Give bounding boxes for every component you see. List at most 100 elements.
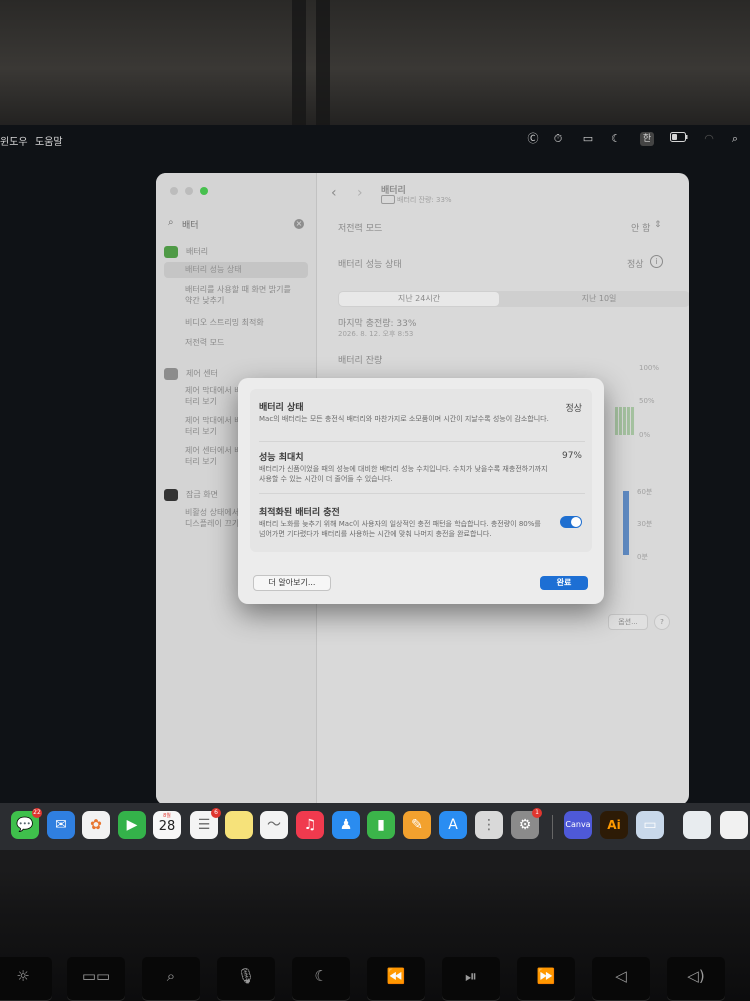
mail-app-icon[interactable]: ✉ bbox=[47, 811, 75, 839]
low-power-select[interactable]: 안 함 bbox=[631, 221, 650, 234]
numbers-app-glyph: ▮ bbox=[377, 817, 385, 833]
options-button[interactable]: 옵션... bbox=[608, 614, 648, 630]
usage-bar bbox=[623, 491, 629, 555]
canva-app-glyph: Canva bbox=[565, 820, 591, 829]
forward-arrow-icon[interactable]: › bbox=[357, 185, 363, 201]
rewind-key-icon[interactable]: ⏪ bbox=[367, 957, 425, 1001]
minimize-button[interactable] bbox=[185, 187, 193, 195]
messages-app-icon[interactable]: 💬 22 bbox=[11, 808, 42, 839]
illustrator-app-glyph: Ai bbox=[607, 818, 621, 832]
launchpad-app-icon[interactable]: ⋮ bbox=[475, 811, 503, 839]
preview-app-icon[interactable]: ▭ bbox=[636, 811, 664, 839]
usage-tick-0: 0분 bbox=[637, 553, 648, 561]
level-tick-0: 0% bbox=[639, 431, 651, 439]
screenshot-stack-icon[interactable] bbox=[720, 811, 748, 839]
level-tick-50: 50% bbox=[639, 397, 655, 405]
low-power-label: 저전력 모드 bbox=[338, 224, 383, 234]
level-bar bbox=[627, 407, 630, 435]
usage-tick-60: 60분 bbox=[637, 488, 653, 496]
notes-app-glyph bbox=[225, 811, 253, 839]
canva-app-icon[interactable]: Canva bbox=[564, 811, 592, 839]
mission-control-key-icon[interactable]: ▭▭ bbox=[67, 957, 125, 1001]
music-app-glyph: ♫ bbox=[303, 817, 317, 833]
pages-app-icon[interactable]: ✎ bbox=[403, 811, 431, 839]
notification-badge: 1 bbox=[532, 808, 542, 818]
close-button[interactable] bbox=[170, 187, 178, 195]
info-icon[interactable]: i bbox=[650, 255, 663, 268]
battery-icon[interactable] bbox=[670, 132, 688, 146]
keynote-app-icon[interactable]: ♟ bbox=[332, 811, 360, 839]
last-charged-label: 마지막 충전량: 33% bbox=[338, 319, 417, 329]
lock-screen-icon bbox=[164, 489, 178, 501]
sidebar-item-dim-display[interactable]: 배터리를 사용할 때 화면 밝기를 약간 낮추기 bbox=[185, 284, 295, 306]
c-circle-icon[interactable]: Ⓒ bbox=[526, 132, 540, 146]
downloads-stack-glyph bbox=[683, 811, 711, 839]
stopwatch-icon[interactable]: ⏱ bbox=[551, 132, 565, 146]
keyboard-layout-icon[interactable]: 한 bbox=[640, 132, 654, 146]
mute-key-icon[interactable]: ◁ bbox=[592, 957, 650, 1001]
battery-health-label: 배터리 성능 상태 bbox=[338, 260, 402, 270]
do-not-disturb-key-icon[interactable]: ☾ bbox=[292, 957, 350, 1001]
menu-bar: 윈도우 도움말 Ⓒ ⏱ ▭ ☾ 한 ◠ ⌕ bbox=[0, 125, 750, 155]
dictation-key-icon[interactable]: 🎙 bbox=[217, 957, 275, 1001]
notification-badge: 22 bbox=[32, 808, 42, 818]
photo-door-seam bbox=[292, 0, 306, 125]
photo-background-wall bbox=[0, 0, 750, 125]
optimized-charging-description: 배터리 노화를 늦추기 위해 Mac이 사용자의 일상적인 충전 패턴을 학습합… bbox=[259, 520, 541, 538]
facetime-app-icon[interactable]: ▶ bbox=[118, 811, 146, 839]
tab-last-24-hours[interactable]: 지난 24시간 bbox=[339, 292, 499, 306]
sidebar-category-battery[interactable]: 배터리 bbox=[186, 246, 306, 257]
clear-search-icon[interactable]: × bbox=[294, 219, 304, 229]
laptop-hinge bbox=[0, 850, 750, 868]
help-button[interactable]: ? bbox=[654, 614, 670, 630]
tab-last-10-days[interactable]: 지난 10일 bbox=[514, 292, 684, 306]
sidebar-item-battery-health[interactable]: 배터리 성능 상태 bbox=[164, 262, 308, 278]
numbers-app-icon[interactable]: ▮ bbox=[367, 811, 395, 839]
volume-down-key-icon[interactable]: ◁) bbox=[667, 957, 725, 1001]
spotlight-key-icon[interactable]: ⌕ bbox=[142, 957, 200, 1001]
battery-health-dialog: 배터리 상태 정상 Mac의 배터리는 모든 충전식 배터리와 마찬가지로 소모… bbox=[238, 378, 604, 604]
sidebar-item-low-power[interactable]: 저전력 모드 bbox=[185, 337, 295, 348]
freeform-app-icon[interactable]: 〜 bbox=[260, 811, 288, 839]
play-pause-key-icon[interactable]: ⏯ bbox=[442, 957, 500, 1001]
menu-window[interactable]: 윈도우 bbox=[0, 133, 28, 148]
calendar-month-label: 8월 bbox=[163, 813, 171, 819]
illustrator-app-icon[interactable]: Ai bbox=[600, 811, 628, 839]
laptop-keyboard: ☼ ▭▭ ⌕ 🎙 ☾ ⏪ ⏯ ⏩ ◁ ◁) bbox=[0, 850, 750, 1001]
search-input[interactable]: 배터 bbox=[182, 218, 199, 231]
done-button[interactable]: 완료 bbox=[540, 576, 588, 590]
photos-app-icon[interactable]: ✿ bbox=[82, 811, 110, 839]
battery-condition-value: 정상 bbox=[565, 404, 582, 414]
optimized-charging-toggle[interactable] bbox=[560, 516, 582, 528]
battery-level-icon bbox=[381, 195, 395, 204]
screenshot-stack-glyph bbox=[720, 811, 748, 839]
launchpad-app-glyph: ⋮ bbox=[482, 817, 496, 833]
chevron-updown-icon[interactable]: ⇕ bbox=[654, 220, 662, 230]
system-settings-app-icon[interactable]: ⚙ 1 bbox=[511, 808, 542, 839]
app-store-app-icon[interactable]: A bbox=[439, 811, 467, 839]
dialog-content: 배터리 상태 정상 Mac의 배터리는 모든 충전식 배터리와 마찬가지로 소모… bbox=[250, 389, 592, 552]
music-app-icon[interactable]: ♫ bbox=[296, 811, 324, 839]
calendar-app-icon[interactable]: 28 8월 bbox=[153, 811, 181, 839]
maximum-capacity-description: 배터리가 신품이었을 때의 성능에 대비한 배터리 성능 수치입니다. 수치가 … bbox=[259, 465, 548, 483]
wifi-icon[interactable]: ◠ bbox=[702, 132, 716, 146]
reminders-app-icon[interactable]: ☰ 6 bbox=[190, 808, 221, 839]
downloads-stack-icon[interactable] bbox=[683, 811, 711, 839]
search-icon[interactable]: ⌕ bbox=[728, 132, 742, 146]
notification-badge: 6 bbox=[211, 808, 221, 818]
zoom-button[interactable] bbox=[200, 187, 208, 195]
learn-more-button[interactable]: 더 알아보기... bbox=[253, 575, 331, 591]
fast-forward-key-icon[interactable]: ⏩ bbox=[517, 957, 575, 1001]
sidebar-item-video-streaming[interactable]: 비디오 스트리밍 최적화 bbox=[185, 317, 295, 328]
notes-app-icon[interactable] bbox=[225, 811, 253, 839]
search-field[interactable]: ⌕ 배터 × bbox=[164, 214, 308, 234]
maximum-capacity-title: 성능 최대치 bbox=[259, 453, 304, 463]
maximum-capacity-value: 97% bbox=[561, 451, 582, 461]
back-arrow-icon[interactable]: ‹ bbox=[331, 185, 337, 201]
pane-subtitle: 배터리 잔량: 33% bbox=[397, 196, 452, 204]
menu-help[interactable]: 도움말 bbox=[35, 133, 63, 148]
moon-icon[interactable]: ☾ bbox=[609, 132, 623, 146]
battery-level-section: 배터리 잔량 bbox=[338, 356, 383, 366]
display-icon[interactable]: ▭ bbox=[581, 132, 595, 146]
brightness-key-icon[interactable]: ☼ bbox=[0, 957, 52, 1001]
